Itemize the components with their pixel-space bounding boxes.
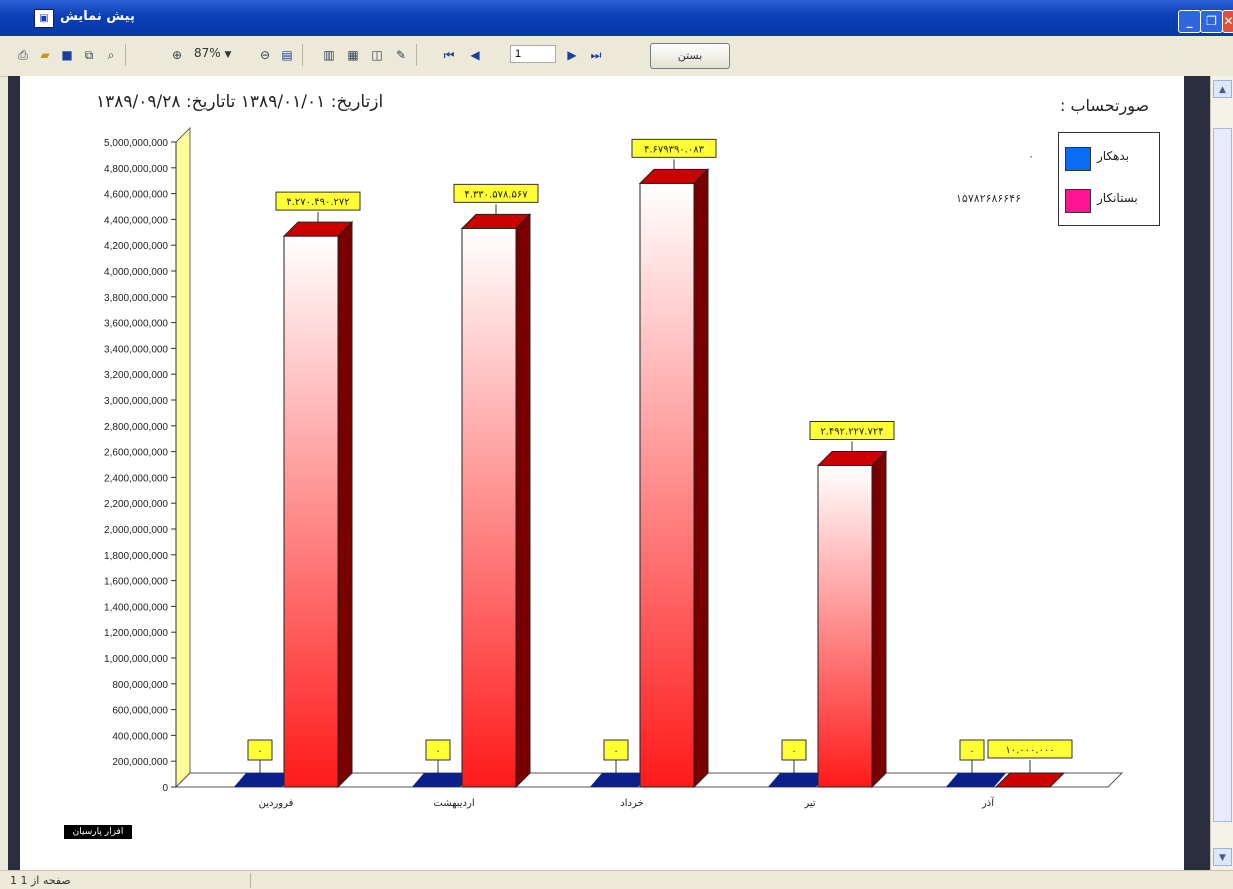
close-window-button[interactable]: ✕ — [1222, 10, 1233, 33]
legend-label-credit: بستانکار — [1097, 191, 1138, 205]
toolbar-separator — [302, 44, 303, 66]
chevron-down-icon: ▼ — [224, 50, 232, 60]
edit-icon[interactable]: ✎ — [392, 46, 410, 64]
toolbar-separator — [416, 44, 417, 66]
page-count: 1 صفحه از 1 — [2, 873, 251, 888]
status-bar: 1 صفحه از 1 — [0, 870, 1233, 889]
single-page-icon[interactable]: ▥ — [320, 46, 338, 64]
last-page-icon[interactable]: ⏭ — [587, 46, 605, 64]
legend-label-debit: بدهکار — [1097, 149, 1130, 163]
scroll-down-icon[interactable]: ▼ — [1213, 848, 1232, 866]
scroll-up-icon[interactable]: ▲ — [1213, 80, 1232, 98]
first-page-icon[interactable]: ⏮ — [440, 46, 458, 64]
scroll-thumb[interactable] — [1213, 128, 1232, 822]
legend-value-credit: ۱۵۷۸۲۶۸۶۶۴۶ — [956, 192, 1021, 205]
minimize-button[interactable]: _ — [1178, 10, 1201, 33]
zoom-out-icon[interactable]: ⊖ — [256, 46, 274, 64]
close-button[interactable]: بستن — [650, 43, 730, 69]
save-icon[interactable]: ■ — [58, 46, 76, 64]
window-title: پیش نمایش — [60, 9, 135, 24]
next-page-icon[interactable]: ▶ — [563, 46, 581, 64]
fit-page-icon[interactable]: ▤ — [278, 46, 296, 64]
account-title: صورتحساب : — [1060, 96, 1150, 115]
print-icon[interactable]: ⎙ — [14, 46, 32, 64]
page-number-input[interactable] — [510, 45, 556, 63]
toolbar: ⎙ ▰ ■ ⧉ ⌕ ⊕ 87% ▼ ⊖ ▤ ▥ ▦ ◫ ✎ ⏮ ◀ ▶ ⏭ بس… — [0, 36, 1233, 77]
chart-legend: بدهکار بستانکار — [1058, 132, 1160, 226]
find-icon[interactable]: ⌕ — [102, 46, 120, 64]
restore-button[interactable]: ❐ — [1200, 10, 1223, 33]
legend-swatch-debit — [1065, 147, 1091, 171]
book-icon[interactable]: ◫ — [368, 46, 386, 64]
open-folder-icon[interactable]: ▰ — [36, 46, 54, 64]
date-range: ازتاریخ: ۱۳۸۹/۰۱/۰۱ تاتاریخ: ۱۳۸۹/۰۹/۲۸ — [96, 92, 384, 112]
legend-item-credit: بستانکار — [1059, 185, 1159, 215]
zoom-in-icon[interactable]: ⊕ — [168, 46, 186, 64]
export-icon[interactable]: ⧉ — [80, 46, 98, 64]
legend-item-debit: بدهکار — [1059, 143, 1159, 173]
two-page-icon[interactable]: ▦ — [344, 46, 362, 64]
vertical-scrollbar[interactable]: ▲ ▼ — [1210, 76, 1233, 870]
zoom-select[interactable]: 87% ▼ — [194, 46, 231, 60]
legend-swatch-credit — [1065, 189, 1091, 213]
zoom-value: 87% — [194, 46, 221, 60]
company-logo: افزار پارسیان — [64, 825, 132, 839]
toolbar-separator — [125, 44, 126, 66]
title-bar: ▣ پیش نمایش _ ❐ ✕ — [0, 0, 1233, 36]
previous-page-icon[interactable]: ◀ — [466, 46, 484, 64]
legend-value-debit: ۰ — [1028, 150, 1034, 163]
app-icon: ▣ — [34, 9, 54, 28]
